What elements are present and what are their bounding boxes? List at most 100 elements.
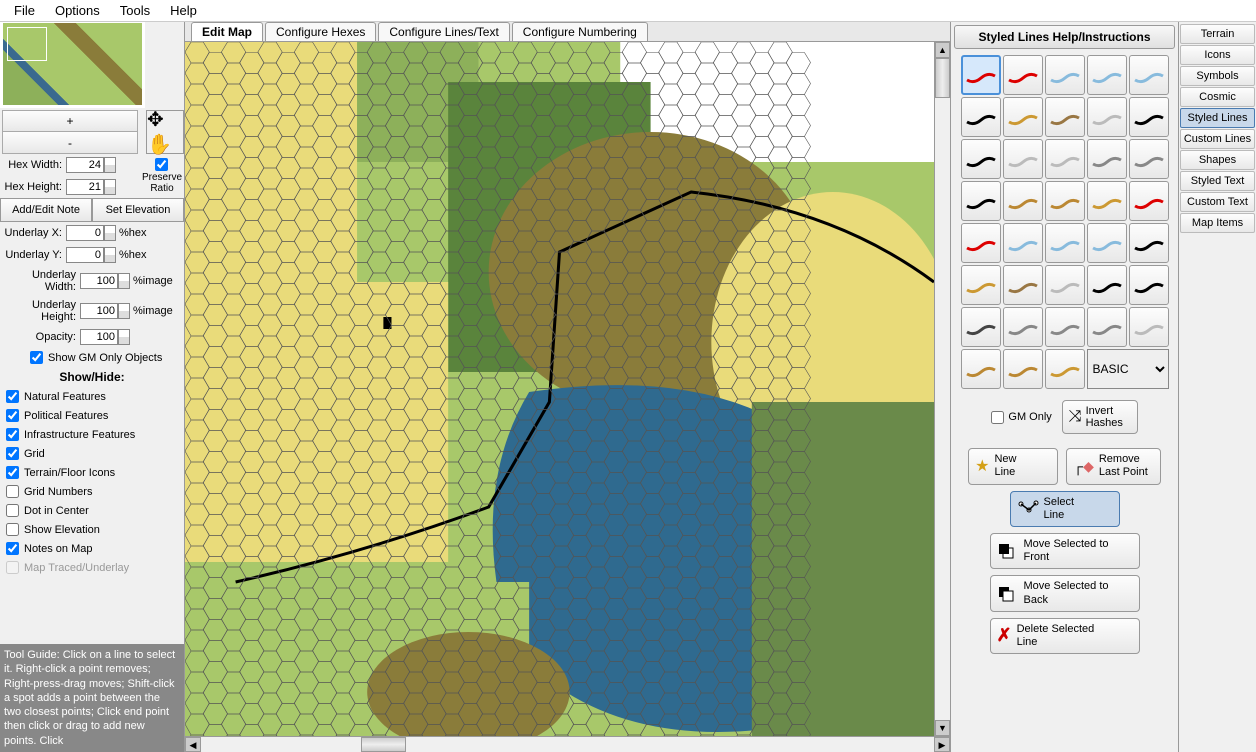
line-swatch-1-2[interactable] xyxy=(1045,97,1085,137)
line-swatch-3-4[interactable] xyxy=(1129,181,1169,221)
line-swatch-1-0[interactable] xyxy=(961,97,1001,137)
line-swatch-4-4[interactable] xyxy=(1129,223,1169,263)
scroll-right-arrow[interactable]: ▶ xyxy=(934,737,950,752)
move-to-front-button[interactable]: Move Selected to Front xyxy=(990,533,1140,569)
line-swatch-5-0[interactable] xyxy=(961,265,1001,305)
zoom-out-button[interactable]: - xyxy=(2,132,138,154)
line-style-select[interactable]: BASIC xyxy=(1087,349,1169,389)
tab-configure-hexes[interactable]: Configure Hexes xyxy=(265,22,376,41)
scroll-left-arrow[interactable]: ◀ xyxy=(185,737,201,752)
opacity-spinner[interactable] xyxy=(118,329,130,345)
underlay-y-spinner[interactable] xyxy=(104,247,116,263)
underlay-h-input[interactable] xyxy=(80,303,118,319)
delete-line-button[interactable]: ✗ Delete Selected Line xyxy=(990,618,1140,654)
underlay-w-spinner[interactable] xyxy=(118,273,130,289)
line-swatch-6-4[interactable] xyxy=(1129,307,1169,347)
hex-height-spinner[interactable] xyxy=(104,179,116,195)
category-custom-text[interactable]: Custom Text xyxy=(1180,192,1255,212)
pan-hand-icon[interactable]: ✥✋ xyxy=(146,110,184,154)
underlay-w-input[interactable] xyxy=(80,273,118,289)
show-gm-checkbox[interactable] xyxy=(30,351,43,364)
showhide-checkbox-0[interactable] xyxy=(6,390,19,403)
showhide-checkbox-6[interactable] xyxy=(6,504,19,517)
line-swatch-5-3[interactable] xyxy=(1087,265,1127,305)
hex-width-input[interactable] xyxy=(66,157,104,173)
line-swatch-6-3[interactable] xyxy=(1087,307,1127,347)
hex-width-spinner[interactable] xyxy=(104,157,116,173)
line-swatch-2-2[interactable] xyxy=(1045,139,1085,179)
category-map-items[interactable]: Map Items xyxy=(1180,213,1255,233)
vertical-scrollbar[interactable]: ▲ ▼ xyxy=(934,42,950,736)
hex-map-canvas[interactable] xyxy=(185,42,934,736)
underlay-h-spinner[interactable] xyxy=(118,303,130,319)
showhide-checkbox-5[interactable] xyxy=(6,485,19,498)
line-swatch-0-3[interactable] xyxy=(1087,55,1127,95)
line-swatch-3-3[interactable] xyxy=(1087,181,1127,221)
gm-only-checkbox-label[interactable]: GM Only xyxy=(991,411,1051,424)
line-swatch-5-1[interactable] xyxy=(1003,265,1043,305)
opacity-input[interactable] xyxy=(80,329,118,345)
styled-lines-help-button[interactable]: Styled Lines Help/Instructions xyxy=(954,25,1175,49)
line-swatch-1-4[interactable] xyxy=(1129,97,1169,137)
minimap[interactable] xyxy=(0,22,145,108)
category-terrain[interactable]: Terrain xyxy=(1180,24,1255,44)
set-elevation-button[interactable]: Set Elevation xyxy=(92,198,184,222)
preserve-ratio-checkbox[interactable] xyxy=(155,158,168,171)
category-styled-text[interactable]: Styled Text xyxy=(1180,171,1255,191)
add-edit-note-button[interactable]: Add/Edit Note xyxy=(0,198,92,222)
hscroll-thumb[interactable] xyxy=(361,737,406,752)
line-swatch-0-0[interactable] xyxy=(961,55,1001,95)
line-swatch-4-1[interactable] xyxy=(1003,223,1043,263)
hex-height-input[interactable] xyxy=(66,179,104,195)
line-swatch-0-1[interactable] xyxy=(1003,55,1043,95)
showhide-checkbox-3[interactable] xyxy=(6,447,19,460)
vscroll-thumb[interactable] xyxy=(935,58,950,98)
showhide-checkbox-7[interactable] xyxy=(6,523,19,536)
tab-edit-map[interactable]: Edit Map xyxy=(191,22,263,41)
zoom-in-button[interactable]: + xyxy=(2,110,138,132)
showhide-checkbox-1[interactable] xyxy=(6,409,19,422)
underlay-x-spinner[interactable] xyxy=(104,225,116,241)
category-symbols[interactable]: Symbols xyxy=(1180,66,1255,86)
category-custom-lines[interactable]: Custom Lines xyxy=(1180,129,1255,149)
category-styled-lines[interactable]: Styled Lines xyxy=(1180,108,1255,128)
line-swatch-2-4[interactable] xyxy=(1129,139,1169,179)
horizontal-scrollbar[interactable]: ◀ ▶ xyxy=(185,736,950,752)
category-cosmic[interactable]: Cosmic xyxy=(1180,87,1255,107)
line-swatch-2-3[interactable] xyxy=(1087,139,1127,179)
line-swatch-4-2[interactable] xyxy=(1045,223,1085,263)
showhide-checkbox-9[interactable] xyxy=(6,561,19,574)
menu-tools[interactable]: Tools xyxy=(110,1,160,20)
line-swatch-4-3[interactable] xyxy=(1087,223,1127,263)
line-swatch-1-1[interactable] xyxy=(1003,97,1043,137)
line-swatch-1-3[interactable] xyxy=(1087,97,1127,137)
line-swatch-7-2[interactable] xyxy=(1045,349,1085,389)
line-swatch-4-0[interactable] xyxy=(961,223,1001,263)
scroll-down-arrow[interactable]: ▼ xyxy=(935,720,950,736)
showhide-checkbox-2[interactable] xyxy=(6,428,19,441)
invert-hashes-button[interactable]: ⤨ Invert Hashes xyxy=(1062,400,1138,434)
line-swatch-6-1[interactable] xyxy=(1003,307,1043,347)
line-swatch-3-2[interactable] xyxy=(1045,181,1085,221)
menu-file[interactable]: File xyxy=(4,1,45,20)
line-swatch-5-4[interactable] xyxy=(1129,265,1169,305)
line-swatch-5-2[interactable] xyxy=(1045,265,1085,305)
line-swatch-0-2[interactable] xyxy=(1045,55,1085,95)
line-swatch-2-0[interactable] xyxy=(961,139,1001,179)
showhide-checkbox-8[interactable] xyxy=(6,542,19,555)
line-swatch-6-2[interactable] xyxy=(1045,307,1085,347)
line-swatch-0-4[interactable] xyxy=(1129,55,1169,95)
category-shapes[interactable]: Shapes xyxy=(1180,150,1255,170)
menu-help[interactable]: Help xyxy=(160,1,207,20)
select-line-button[interactable]: Select Line xyxy=(1010,491,1120,527)
tab-configure-numbering[interactable]: Configure Numbering xyxy=(512,22,648,41)
showhide-checkbox-4[interactable] xyxy=(6,466,19,479)
scroll-up-arrow[interactable]: ▲ xyxy=(935,42,950,58)
category-icons[interactable]: Icons xyxy=(1180,45,1255,65)
remove-last-point-button[interactable]: ┌◆ Remove Last Point xyxy=(1066,448,1161,484)
line-swatch-7-1[interactable] xyxy=(1003,349,1043,389)
gm-only-checkbox[interactable] xyxy=(991,411,1004,424)
line-swatch-2-1[interactable] xyxy=(1003,139,1043,179)
line-swatch-6-0[interactable] xyxy=(961,307,1001,347)
tab-configure-lines[interactable]: Configure Lines/Text xyxy=(378,22,509,41)
